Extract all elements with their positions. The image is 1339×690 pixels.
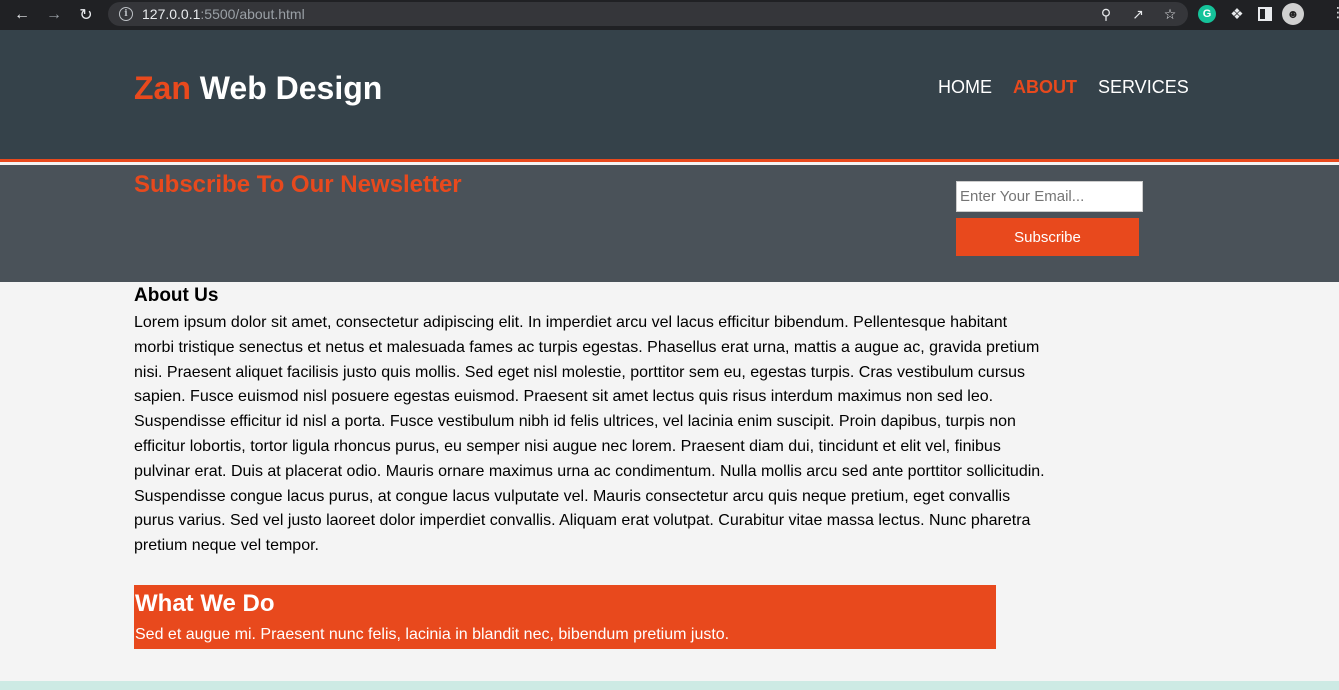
share-icon[interactable]: ↗ <box>1128 4 1148 24</box>
url-host: 127.0.0.1 <box>142 6 201 22</box>
newsletter-section: Subscribe To Our Newsletter Subscribe <box>0 165 1339 282</box>
site-branding: Zan Web Design <box>134 70 382 107</box>
side-panel-icon[interactable] <box>1258 7 1272 21</box>
site-info-icon[interactable]: i <box>119 7 133 21</box>
footer-strip <box>0 681 1339 690</box>
about-paragraph-1: Lorem ipsum dolor sit amet, consectetur … <box>134 314 1040 406</box>
zoom-icon[interactable]: ⚲ <box>1096 4 1116 24</box>
about-title: About Us <box>134 285 219 306</box>
url-path: :5500/about.html <box>200 6 305 22</box>
brand-accent-text: Zan <box>134 70 191 106</box>
nav-home-link[interactable]: HOME <box>938 77 992 98</box>
what-we-do-text: Sed et augue mi. Praesent nunc felis, la… <box>135 626 730 643</box>
browser-toolbar: ← → ↻ i 127.0.0.1:5500/about.html ⚲ ↗ ☆ … <box>0 0 1339 30</box>
nav-services-link[interactable]: SERVICES <box>1098 77 1189 98</box>
grammarly-extension-icon[interactable]: G <box>1198 5 1216 23</box>
address-bar[interactable]: i 127.0.0.1:5500/about.html ⚲ ↗ ☆ <box>108 2 1188 26</box>
what-we-do-title: What We Do <box>135 590 275 617</box>
newsletter-title: Subscribe To Our Newsletter <box>134 171 462 198</box>
main-navigation: HOME ABOUT SERVICES <box>938 77 1189 98</box>
browser-menu-icon[interactable]: ⋮ <box>1331 4 1339 26</box>
url-text[interactable]: 127.0.0.1:5500/about.html <box>142 6 305 22</box>
forward-arrow-icon[interactable]: → <box>43 4 65 26</box>
about-section: About Us Lorem ipsum dolor sit amet, con… <box>134 284 1054 559</box>
back-arrow-icon[interactable]: ← <box>11 4 33 26</box>
bookmark-star-icon[interactable]: ☆ <box>1160 4 1180 24</box>
what-we-do-box: What We Do Sed et augue mi. Praesent nun… <box>134 585 996 649</box>
nav-about-link[interactable]: ABOUT <box>1013 77 1077 98</box>
site-header: Zan Web Design HOME ABOUT SERVICES <box>0 30 1339 162</box>
extensions-puzzle-icon[interactable]: ❖ <box>1226 3 1248 25</box>
about-paragraph-2: Suspendisse efficitur id nisl a porta. F… <box>134 413 1045 555</box>
subscribe-button[interactable]: Subscribe <box>956 218 1139 256</box>
reload-icon[interactable]: ↻ <box>75 4 97 26</box>
email-input[interactable] <box>956 181 1143 212</box>
brand-text: Web Design <box>190 70 383 106</box>
profile-avatar[interactable]: ☻ <box>1282 3 1304 25</box>
